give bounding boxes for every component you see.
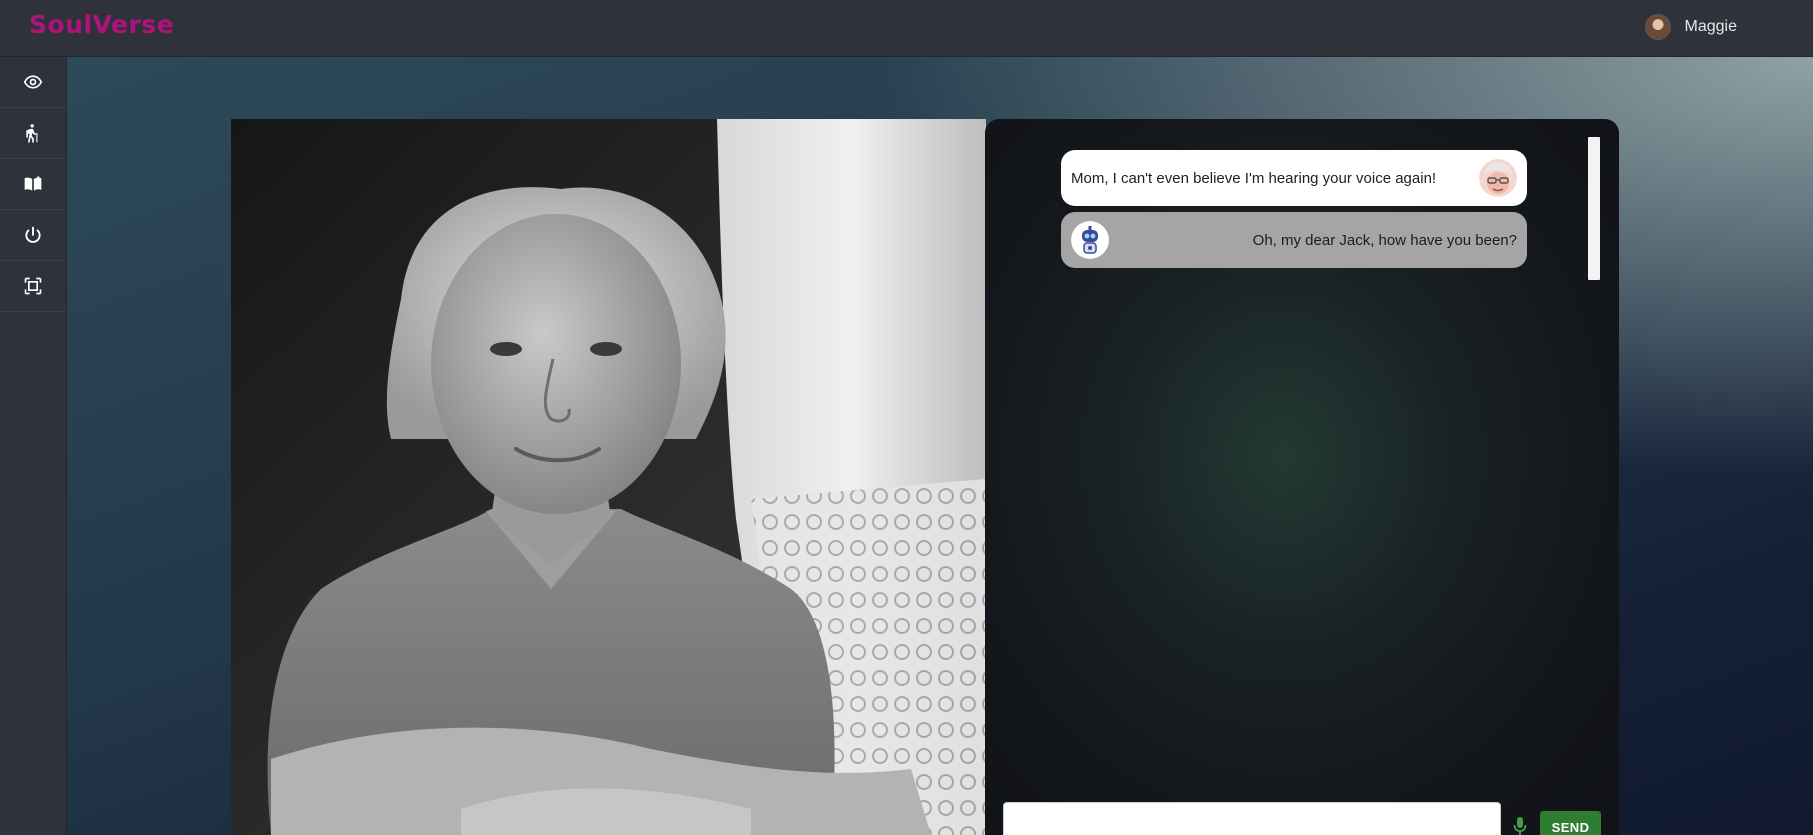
message-input[interactable] — [1003, 802, 1501, 835]
message-text: Oh, my dear Jack, how have you been? — [1252, 231, 1517, 249]
open-book-icon — [24, 176, 42, 191]
sidebar-item-stories[interactable] — [0, 159, 66, 210]
power-icon — [25, 226, 41, 243]
sidebar-item-logout[interactable] — [0, 210, 66, 261]
sidebar-item-view[interactable] — [0, 57, 66, 108]
user-menu[interactable]: Maggie — [1644, 14, 1737, 40]
username[interactable]: Maggie — [1685, 18, 1737, 36]
grandma-avatar-icon — [1479, 159, 1517, 197]
fullscreen-frame-icon — [24, 277, 42, 295]
chat-composer: SEND — [1003, 802, 1601, 835]
bot-message-bubble: Oh, my dear Jack, how have you been? — [1061, 212, 1527, 268]
chat-panel: Mom, I can't even believe I'm hearing yo… — [985, 119, 1619, 835]
top-bar: SoulVerse Maggie — [0, 0, 1813, 57]
user-message-bubble: Mom, I can't even believe I'm hearing yo… — [1061, 150, 1527, 206]
eye-icon — [23, 75, 43, 89]
microphone-icon[interactable] — [1512, 816, 1528, 835]
portrait-photo — [231, 119, 986, 835]
robot-avatar-icon — [1071, 221, 1109, 259]
message-text: Mom, I can't even believe I'm hearing yo… — [1071, 169, 1437, 187]
send-button[interactable]: SEND — [1540, 811, 1601, 835]
chat-scrollbar[interactable] — [1588, 137, 1600, 280]
sidebar-item-elder[interactable] — [0, 108, 66, 159]
sidebar-item-fullscreen[interactable] — [0, 261, 66, 312]
person-walking-cane-icon — [26, 124, 38, 143]
app-logo[interactable]: SoulVerse — [29, 10, 174, 39]
sidebar — [0, 57, 67, 835]
user-avatar-icon[interactable] — [1644, 14, 1671, 40]
